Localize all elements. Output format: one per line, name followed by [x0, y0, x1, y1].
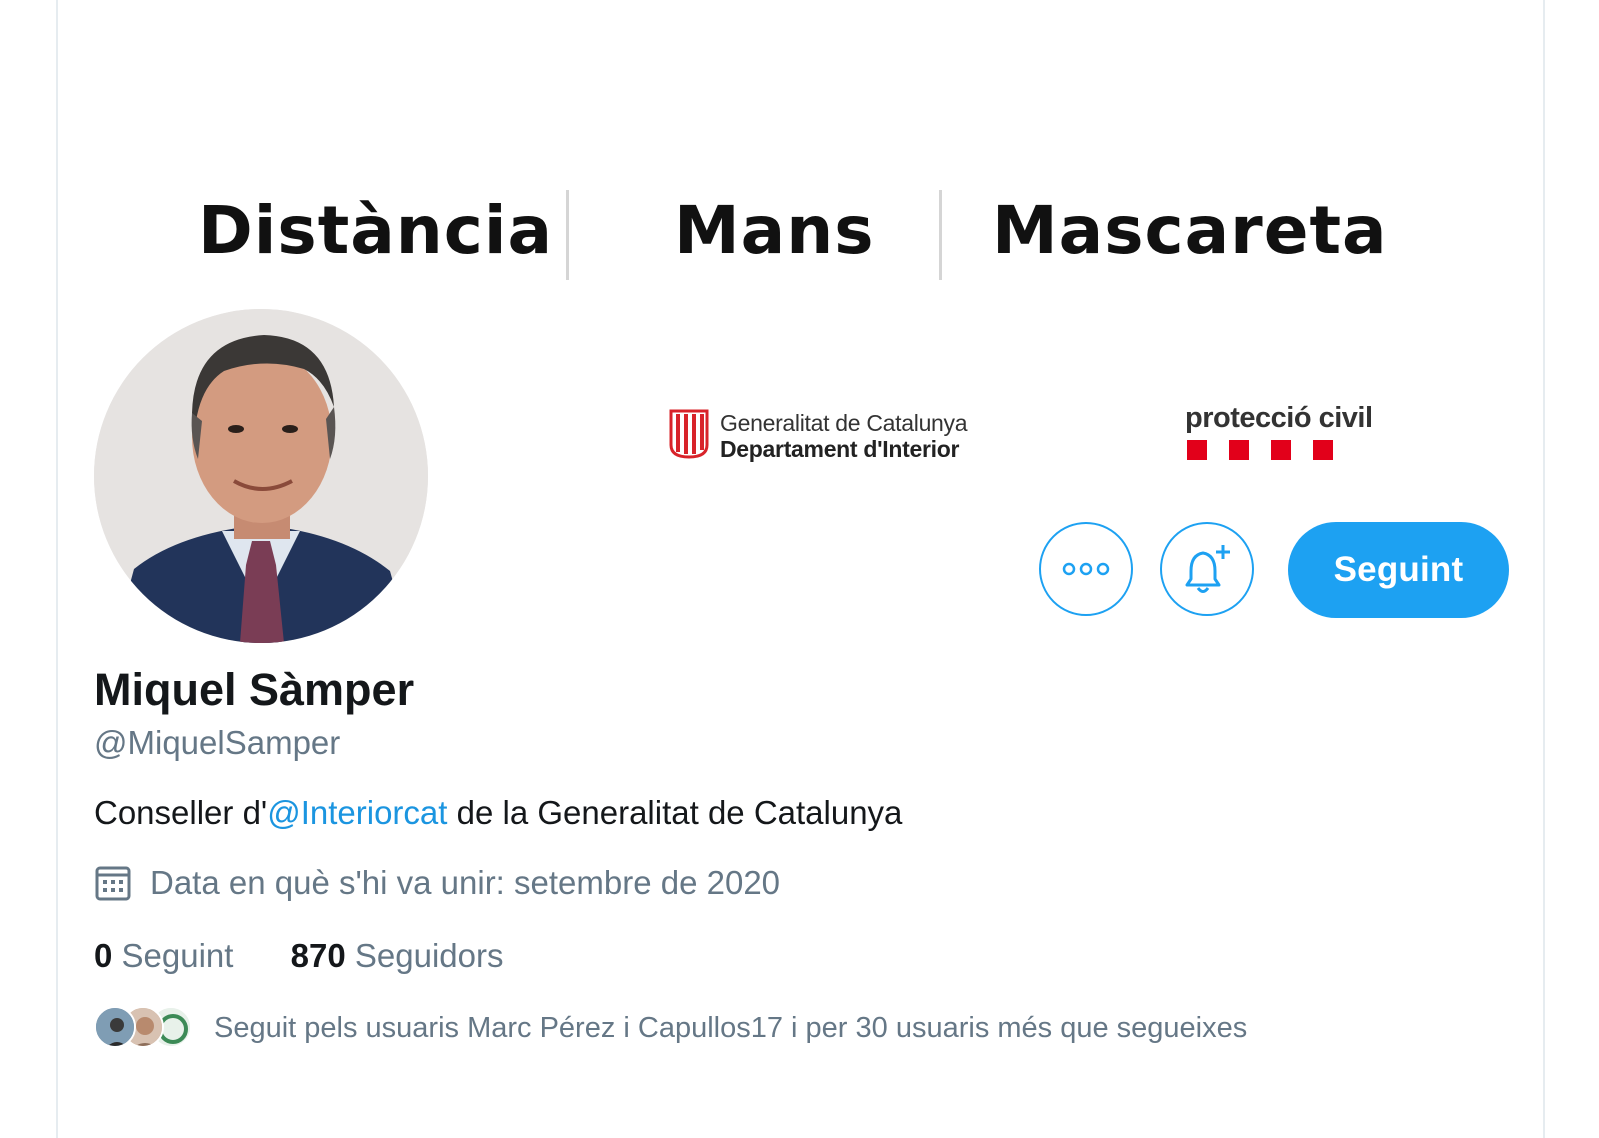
banner-word-distancia: Distància: [198, 192, 554, 269]
calendar-icon: [94, 864, 132, 902]
notifications-button[interactable]: [1160, 522, 1254, 616]
banner-divider: [939, 190, 942, 280]
followers-label: Seguidors: [354, 937, 504, 974]
followed-by-row[interactable]: Seguit pels usuaris Marc Pérez i Capullo…: [94, 1006, 1247, 1050]
more-dots-icon: [1062, 562, 1110, 576]
banner-divider: [566, 190, 569, 280]
followed-by-avatars: [94, 1006, 194, 1050]
avatar-photo: [94, 309, 428, 643]
generalitat-logo-icon: [669, 409, 709, 459]
following-label: Seguint: [121, 937, 234, 974]
bio-mention-link[interactable]: @Interiorcat: [267, 794, 447, 831]
proteccio-civil-logo-text: protecció civil: [1185, 402, 1373, 434]
proteccio-civil-squares-icon: [1187, 440, 1333, 460]
generalitat-logo-text: Generalitat de Catalunya Departament d'I…: [720, 410, 968, 462]
followers-count: 870: [290, 937, 346, 974]
banner-word-mascareta: Mascareta: [992, 192, 1388, 269]
join-date: Data en què s'hi va unir: setembre de 20…: [94, 864, 780, 902]
bio-text: de la Generalitat de Catalunya: [447, 794, 903, 831]
profile-stats: 0 Seguint 870 Seguidors: [94, 937, 503, 975]
profile-handle: @MiquelSamper: [94, 724, 341, 761]
more-options-button[interactable]: [1039, 522, 1133, 616]
mini-avatar: [94, 1006, 136, 1048]
generalitat-name: Generalitat de Catalunya: [720, 410, 968, 436]
followed-by-text: Seguit pels usuaris Marc Pérez i Capullo…: [214, 1011, 1248, 1044]
following-count: 0: [94, 937, 113, 974]
profile-name: Miquel Sàmper: [94, 664, 415, 715]
following-button[interactable]: Seguint: [1288, 522, 1509, 618]
followers-count-link[interactable]: 870 Seguidors: [291, 937, 504, 975]
profile-bio: Conseller d'@Interiorcat de la Generalit…: [94, 794, 902, 832]
profile-avatar[interactable]: [94, 309, 428, 643]
join-date-text: Data en què s'hi va unir: setembre de 20…: [150, 864, 781, 901]
following-count-link[interactable]: 0 Seguint: [94, 937, 233, 975]
department-name: Departament d'Interior: [720, 436, 960, 462]
banner-word-mans: Mans: [674, 192, 875, 269]
bell-plus-icon: [1185, 545, 1230, 593]
bio-text: Conseller d': [94, 794, 268, 831]
